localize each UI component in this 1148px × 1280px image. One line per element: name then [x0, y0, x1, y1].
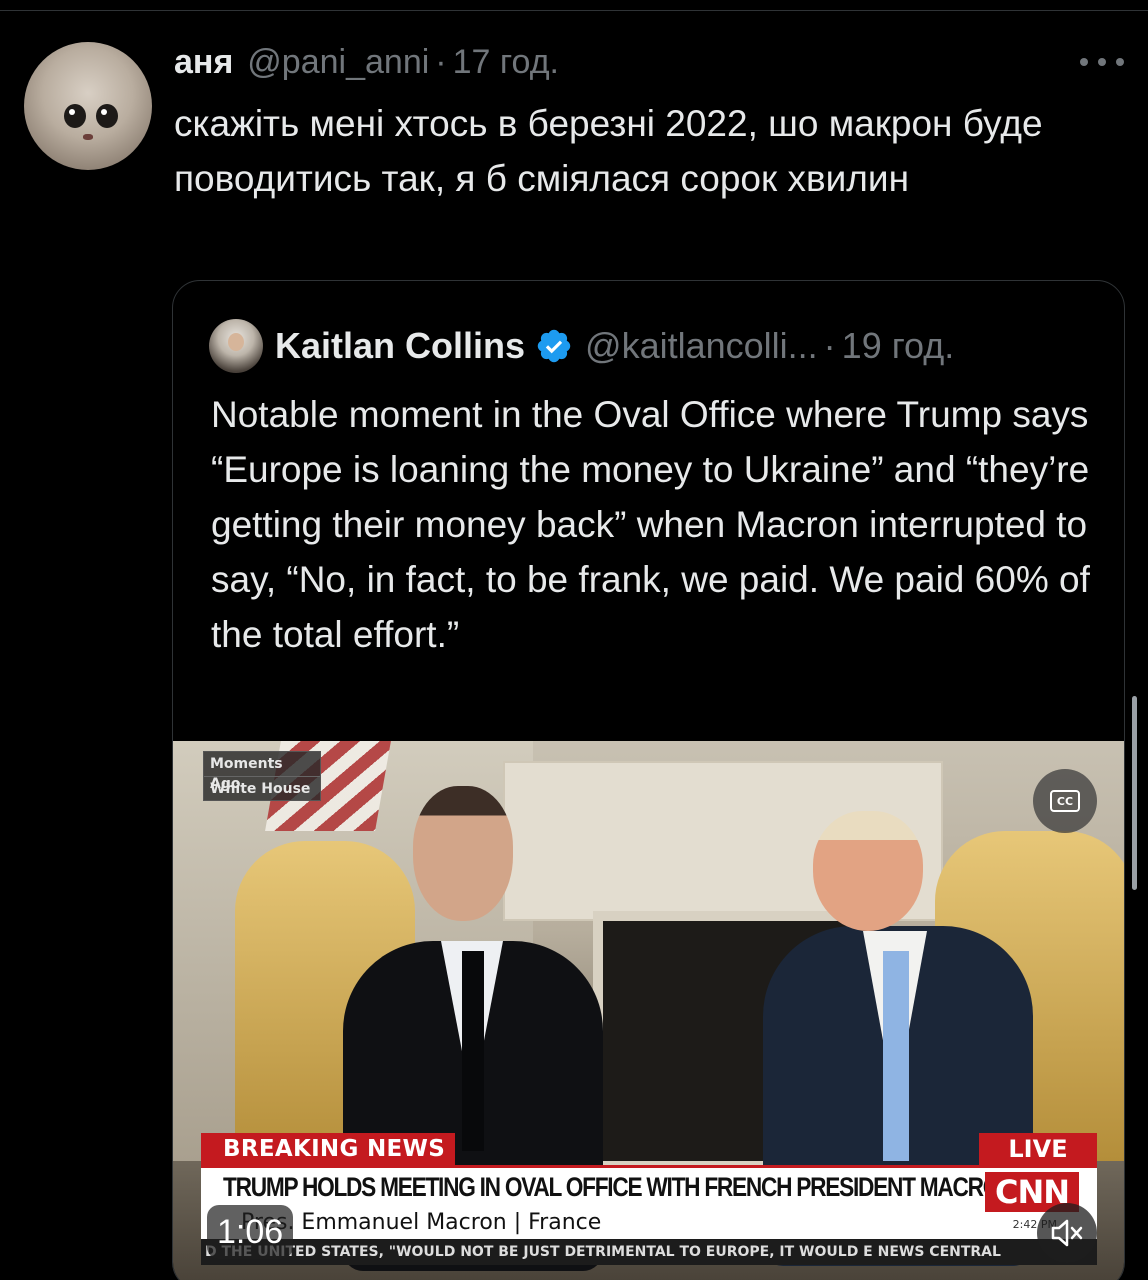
speaker-muted-icon — [1051, 1219, 1083, 1247]
top-divider — [0, 10, 1148, 11]
quoted-author-handle[interactable]: @kaitlancolli... — [585, 325, 818, 367]
video-location-tag: Moments Ago White House — [203, 751, 321, 801]
tag-white-house: White House — [204, 776, 320, 800]
quoted-author-avatar[interactable] — [209, 319, 263, 373]
author-avatar[interactable] — [24, 42, 152, 170]
quoted-tweet-text: Notable moment in the Oval Office where … — [211, 394, 1090, 655]
video-person-left-head — [413, 786, 513, 921]
tag-moments-ago: Moments Ago — [210, 756, 283, 792]
captions-icon: CC — [1050, 790, 1080, 812]
tweet-header: аня @pani_anni · 17 год. — [174, 42, 559, 82]
breaking-news-label: BREAKING NEWS — [201, 1133, 455, 1165]
author-name[interactable]: аня — [174, 43, 233, 82]
author-handle[interactable]: @pani_anni — [247, 43, 429, 82]
tweet-timestamp[interactable]: 17 год. — [453, 43, 559, 82]
video-player[interactable]: Moments Ago White House CC BREAKING NEWS… — [173, 741, 1124, 1280]
quoted-tweet-header: Kaitlan Collins @kaitlancolli... · 19 го… — [209, 319, 954, 373]
verified-badge-icon — [537, 329, 571, 363]
avatar-nose — [83, 134, 93, 140]
avatar-eye-left — [64, 104, 86, 128]
scrollbar[interactable] — [1132, 696, 1137, 890]
quoted-tweet-card[interactable]: Kaitlan Collins @kaitlancolli... · 19 го… — [172, 280, 1125, 1280]
news-ticker: D THE UNITED STATES, "WOULD NOT BE JUST … — [201, 1239, 1097, 1265]
tweet-text: скажіть мені хтось в березні 2022, шо ма… — [174, 103, 1043, 199]
video-person-right-head — [813, 811, 923, 931]
separator-dot: · — [823, 325, 836, 366]
news-subline: Pres. Emmanuel Macron | France — [241, 1210, 602, 1235]
video-person-right-tie — [883, 951, 909, 1161]
captions-button[interactable]: CC — [1033, 769, 1097, 833]
mute-button[interactable] — [1037, 1203, 1097, 1263]
news-lower-third: TRUMP HOLDS MEETING IN OVAL OFFICE WITH … — [201, 1165, 1097, 1239]
separator-dot: · — [435, 42, 447, 81]
avatar-eye-right — [96, 104, 118, 128]
live-label: LIVE — [979, 1133, 1097, 1165]
video-timer: 1:06 — [207, 1205, 294, 1259]
more-options-icon[interactable] — [1080, 54, 1124, 70]
news-headline: TRUMP HOLDS MEETING IN OVAL OFFICE WITH … — [223, 1172, 1016, 1202]
quoted-tweet-timestamp[interactable]: 19 год. — [842, 325, 955, 367]
video-person-left-tie — [462, 951, 484, 1151]
quoted-author-name[interactable]: Kaitlan Collins — [275, 325, 525, 367]
